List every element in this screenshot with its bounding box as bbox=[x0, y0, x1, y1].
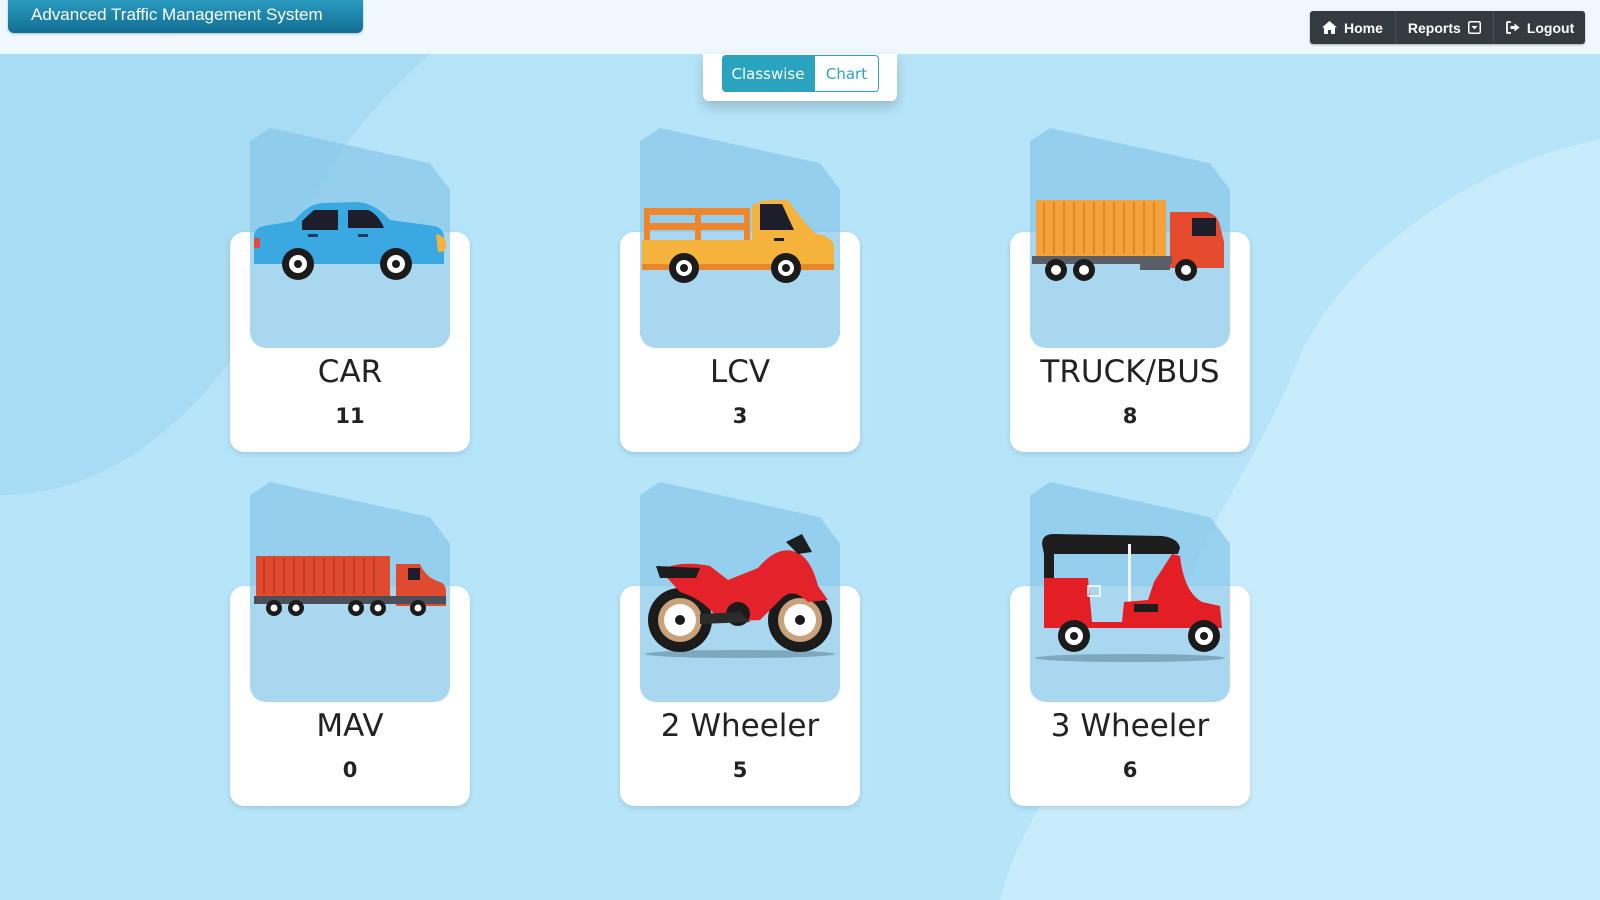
car-icon bbox=[254, 202, 446, 280]
vehicle-card-2-wheeler[interactable]: 2 Wheeler 5 bbox=[620, 482, 860, 832]
auto-rickshaw-icon bbox=[1035, 534, 1225, 662]
vehicle-card-lcv[interactable]: LCV 3 bbox=[620, 128, 860, 478]
view-toggle: Classwise Chart bbox=[703, 54, 897, 101]
vehicle-class-count: 11 bbox=[335, 404, 365, 428]
vehicle-class-name: 3 Wheeler bbox=[1050, 708, 1210, 744]
navbar: Home Reports Logout bbox=[1310, 11, 1585, 44]
nav-home-label: Home bbox=[1344, 19, 1383, 36]
vehicle-cards-grid: CAR 11 LCV 3 TRUCK/BUS 8 MAV 0 2 Wheeler… bbox=[0, 0, 1600, 900]
nav-logout-label: Logout bbox=[1526, 19, 1575, 36]
vehicle-card-truck-bus[interactable]: TRUCK/BUS 8 bbox=[1010, 128, 1250, 478]
caret-square-down-icon bbox=[1467, 21, 1481, 34]
cargo-truck-icon bbox=[1032, 200, 1224, 281]
vehicle-class-name: CAR bbox=[317, 354, 383, 390]
vehicle-class-count: 6 bbox=[1122, 758, 1138, 782]
vehicle-card-car[interactable]: CAR 11 bbox=[230, 128, 470, 478]
vehicle-class-count: 8 bbox=[1122, 404, 1138, 428]
top-bar: Advanced Traffic Management System Home … bbox=[0, 0, 1600, 54]
vehicle-class-count: 3 bbox=[732, 404, 748, 428]
vehicle-card-3-wheeler[interactable]: 3 Wheeler 6 bbox=[1010, 482, 1250, 832]
vehicle-card-mav[interactable]: MAV 0 bbox=[230, 482, 470, 832]
nav-reports-dropdown[interactable]: Reports bbox=[1396, 11, 1494, 44]
nav-home-button[interactable]: Home bbox=[1310, 11, 1396, 44]
nav-reports-label: Reports bbox=[1407, 19, 1461, 36]
vehicle-class-name: TRUCK/BUS bbox=[1040, 354, 1220, 390]
vehicle-class-count: 0 bbox=[342, 758, 358, 782]
vehicle-class-count: 5 bbox=[732, 758, 748, 782]
vehicle-class-name: LCV bbox=[709, 354, 771, 390]
vehicle-class-name: 2 Wheeler bbox=[660, 708, 820, 744]
sign-out-icon bbox=[1505, 21, 1520, 34]
motorcycle-icon bbox=[645, 534, 835, 658]
vehicle-class-name: MAV bbox=[316, 708, 384, 744]
pickup-truck-icon bbox=[642, 200, 834, 283]
trailer-truck-icon bbox=[254, 556, 446, 616]
classwise-toggle-button[interactable]: Classwise bbox=[722, 55, 814, 92]
chart-toggle-button[interactable]: Chart bbox=[814, 55, 879, 92]
nav-logout-button[interactable]: Logout bbox=[1494, 11, 1586, 44]
app-title: Advanced Traffic Management System bbox=[8, 0, 363, 33]
home-icon bbox=[1322, 21, 1337, 34]
